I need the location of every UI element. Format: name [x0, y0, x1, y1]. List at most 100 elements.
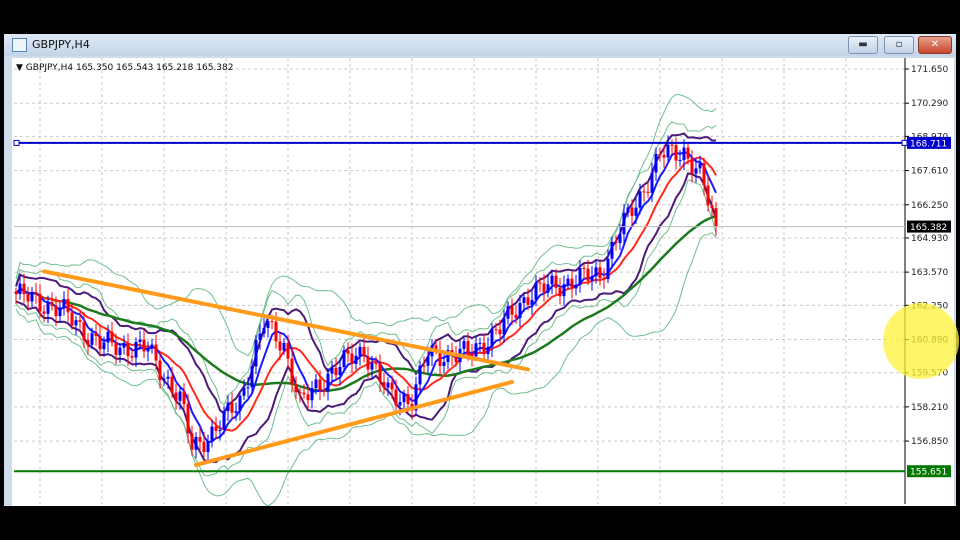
candle-body	[62, 298, 66, 308]
candle-body	[622, 212, 626, 235]
candle-body	[314, 379, 318, 389]
candle-body	[606, 258, 610, 280]
candle-body	[274, 321, 278, 342]
candle	[602, 268, 606, 289]
candle-body	[422, 365, 426, 367]
candle	[670, 139, 674, 155]
candle	[446, 345, 450, 370]
candle-body	[534, 282, 538, 300]
candle	[598, 261, 602, 286]
candle-body	[402, 394, 406, 403]
candle-body	[670, 144, 674, 146]
candle-body	[598, 267, 602, 278]
candle-body	[350, 353, 354, 365]
cursor-highlight	[883, 303, 959, 379]
candle-body	[642, 191, 646, 193]
candle-body	[258, 333, 262, 341]
candle-body	[426, 356, 430, 366]
candle-body	[126, 343, 130, 356]
candle-body	[378, 364, 382, 383]
candle-body	[118, 347, 122, 355]
candle-body	[594, 267, 598, 277]
candle-body	[602, 277, 606, 280]
candle-body	[334, 367, 338, 376]
candle	[210, 420, 214, 448]
candle	[430, 338, 434, 367]
candle	[546, 274, 550, 298]
candle-body	[662, 155, 666, 158]
candle-body	[26, 294, 30, 302]
candle-body	[78, 320, 82, 323]
candle-body	[122, 343, 126, 348]
candle-body	[562, 284, 566, 297]
candle-body	[398, 402, 402, 406]
candle-body	[494, 329, 498, 331]
candle-body	[366, 356, 370, 370]
candle	[566, 274, 570, 289]
candle	[110, 321, 114, 347]
candle	[142, 329, 146, 358]
candle-body	[278, 341, 282, 351]
candle-body	[538, 282, 542, 284]
candle-body	[626, 207, 630, 213]
candle-body	[486, 346, 490, 355]
candle-body	[498, 329, 502, 335]
candle-body	[146, 348, 150, 352]
candle-body	[114, 342, 118, 355]
candle-body	[526, 297, 530, 305]
candle-body	[294, 384, 298, 393]
candle	[358, 342, 362, 366]
candle-body	[582, 267, 586, 269]
candle-body	[694, 168, 698, 174]
header-close: 165.382	[196, 63, 234, 73]
candle-body	[686, 147, 690, 159]
candle-body	[646, 191, 650, 193]
candle-body	[286, 342, 290, 359]
support-price-label: 155.651	[910, 468, 947, 478]
candle	[658, 147, 662, 162]
candle-body	[266, 321, 270, 328]
candle-body	[218, 429, 222, 431]
outer-band-upper	[15, 93, 717, 357]
candle	[310, 380, 314, 409]
candle-body	[710, 205, 714, 209]
candle	[570, 270, 574, 299]
header-low: 165.218	[156, 63, 194, 73]
candle-body	[522, 297, 526, 304]
candle-body	[102, 342, 106, 350]
candle	[214, 416, 218, 440]
candle	[146, 341, 150, 362]
candle-body	[46, 302, 50, 314]
candle	[530, 289, 534, 315]
price-chart[interactable]: 171.650170.290168.970167.610166.250164.9…	[0, 0, 960, 540]
candle	[590, 266, 594, 291]
candle-body	[226, 402, 230, 412]
candle-body	[650, 172, 654, 193]
candle-body	[90, 333, 94, 345]
candle-body	[238, 395, 242, 412]
candle-body	[342, 350, 346, 368]
candle-body	[202, 441, 206, 453]
price-tick-label: 171.650	[911, 65, 948, 75]
candle-body	[234, 411, 238, 413]
candle	[22, 273, 26, 303]
candle-body	[82, 322, 86, 341]
candle-body	[22, 283, 26, 295]
candle-body	[94, 333, 98, 336]
candle-body	[250, 366, 254, 388]
candle-body	[206, 440, 210, 453]
candle-body	[338, 367, 342, 376]
candle-body	[542, 283, 546, 293]
candle-body	[174, 392, 178, 401]
candle-body	[546, 284, 550, 293]
candle	[122, 335, 126, 355]
candle-body	[370, 362, 374, 370]
candle-body	[66, 298, 70, 313]
candle-body	[246, 387, 250, 389]
candle-body	[578, 267, 582, 285]
candle-body	[86, 340, 90, 345]
candle-body	[98, 335, 102, 350]
candle-body	[474, 343, 478, 357]
dropdown-triangle-icon[interactable]: ▼	[16, 63, 23, 73]
candle	[66, 288, 70, 322]
